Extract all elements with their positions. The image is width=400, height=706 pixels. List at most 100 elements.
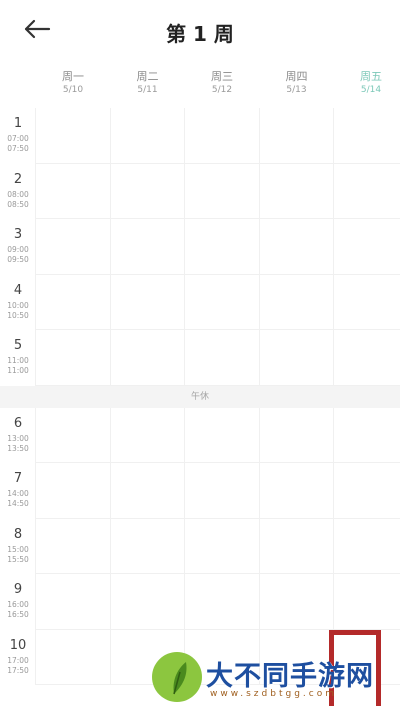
period-start-time: 13:00 [7, 433, 29, 443]
page-title: 第 1 周 [166, 22, 234, 46]
timetable-cell[interactable] [334, 574, 400, 630]
period-start-time: 15:00 [7, 544, 29, 554]
timetable-cell[interactable] [110, 518, 185, 574]
timetable-cell[interactable] [36, 407, 111, 463]
watermark-text: 大不同手游网 [206, 661, 374, 692]
period-start-time: 10:00 [7, 300, 29, 310]
timetable-cell[interactable] [185, 574, 260, 630]
period-number: 4 [13, 282, 23, 298]
period-row: 5 11:00 11:00 [0, 330, 400, 386]
timetable-cell[interactable] [259, 108, 334, 164]
timetable-cell[interactable] [110, 574, 185, 630]
timetable-cell[interactable] [259, 407, 334, 463]
watermark-url: www.szdbtgg.com [210, 689, 337, 699]
weekday-column-header: 周五 5/14 [334, 70, 400, 96]
timetable-cell[interactable] [334, 108, 400, 164]
period-end-time: 11:00 [7, 366, 29, 375]
timetable-cell[interactable] [259, 163, 334, 219]
timetable-cell[interactable] [259, 463, 334, 519]
timetable-cell[interactable] [334, 463, 400, 519]
period-time: 07:00 07:50 [0, 134, 36, 154]
timetable-cell[interactable] [185, 274, 260, 330]
timetable-cell[interactable] [36, 330, 111, 386]
timetable-cell[interactable] [185, 108, 260, 164]
period-end-time: 13:50 [7, 443, 29, 453]
timetable-cell[interactable] [110, 274, 185, 330]
weekday-date: 5/13 [286, 85, 307, 95]
timetable-cell[interactable] [36, 629, 111, 685]
period-row: 4 10:00 10:50 [0, 274, 400, 330]
period-row: 1 07:00 07:50 [0, 108, 400, 164]
timetable-cell[interactable] [334, 408, 400, 463]
period-end-time: 17:50 [7, 665, 29, 675]
weekday-column-header: 周四 5/13 [260, 70, 334, 96]
period-row: 3 09:00 09:50 [0, 219, 400, 275]
period-end-time: 10:50 [7, 310, 29, 320]
timetable-cell[interactable] [110, 108, 185, 164]
timetable-cell[interactable] [110, 463, 185, 519]
period-number: 9 [13, 582, 23, 597]
period-time: 09:00 09:50 [0, 245, 36, 265]
timetable-cell[interactable] [334, 219, 400, 275]
timetable-cell[interactable] [185, 163, 260, 219]
weekday-date: 5/10 [62, 85, 84, 95]
timetable-cell[interactable] [110, 163, 185, 219]
timetable-cell[interactable] [334, 330, 400, 386]
period-number: 10 [9, 637, 27, 653]
weekday-date: 5/14 [360, 85, 382, 95]
weekday-date: 5/12 [211, 85, 233, 95]
timetable-cell[interactable] [259, 574, 334, 630]
timetable-cell[interactable] [185, 463, 260, 519]
period-row: 6 13:00 13:50 [0, 407, 400, 463]
period-time: 16:00 16:50 [0, 600, 36, 620]
period-row: 2 08:00 08:50 [0, 163, 400, 219]
period-start-time: 09:00 [7, 245, 29, 254]
weekday-name: 周三 [211, 70, 233, 83]
timetable-cell[interactable] [110, 219, 185, 275]
timetable-cell[interactable] [259, 330, 334, 386]
period-end-time: 08:50 [7, 199, 29, 209]
period-number: 1 [13, 116, 23, 131]
timetable-cell[interactable] [36, 518, 111, 574]
timetable-cell[interactable] [334, 519, 400, 574]
timetable-cell[interactable] [36, 574, 111, 630]
period-start-time: 11:00 [7, 356, 29, 365]
period-number: 3 [13, 227, 23, 242]
timetable-cell[interactable] [259, 274, 334, 330]
period-end-time: 07:50 [7, 144, 29, 153]
timetable-cell[interactable] [36, 108, 111, 164]
weekday-name: 周五 [360, 70, 382, 83]
period-number: 8 [13, 526, 23, 542]
timetable-cell[interactable] [185, 219, 260, 275]
timetable-cell[interactable] [185, 330, 260, 386]
period-row: 9 16:00 16:50 [0, 574, 400, 630]
timetable-cell[interactable] [36, 219, 111, 275]
weekday-name: 周二 [136, 70, 159, 83]
period-start-time: 14:00 [7, 489, 29, 498]
weekday-name: 周四 [285, 70, 308, 83]
timetable-cell[interactable] [36, 274, 111, 330]
timetable-cell[interactable] [36, 463, 111, 519]
period-time: 11:00 11:00 [0, 356, 36, 376]
period-end-time: 09:50 [7, 255, 29, 264]
period-row: 8 15:00 15:50 [0, 518, 400, 574]
timetable-cell[interactable] [334, 164, 400, 219]
timetable-cell[interactable] [36, 163, 111, 219]
period-number: 2 [13, 171, 23, 187]
period-time: 17:00 17:50 [0, 656, 36, 676]
period-row: 7 14:00 14:50 [0, 463, 400, 519]
timetable-grid: 1 07:00 07:50 2 08:00 08:50 3 09:00 09:50 4 10:00 1… [0, 108, 400, 706]
timetable-cell[interactable] [259, 219, 334, 275]
period-time: 08:00 08:50 [0, 190, 36, 210]
weekday-column-header: 周三 5/12 [185, 70, 259, 96]
watermark: 大不同手游网 www.szdbtgg.com [152, 652, 396, 702]
timetable-cell[interactable] [185, 407, 260, 463]
timetable-cell[interactable] [185, 518, 260, 574]
period-number: 7 [13, 471, 23, 486]
period-end-time: 15:50 [7, 554, 29, 564]
timetable-cell[interactable] [259, 518, 334, 574]
timetable-cell[interactable] [110, 407, 185, 463]
timetable-cell[interactable] [110, 330, 185, 386]
period-end-time: 16:50 [7, 610, 29, 619]
timetable-cell[interactable] [334, 275, 400, 330]
